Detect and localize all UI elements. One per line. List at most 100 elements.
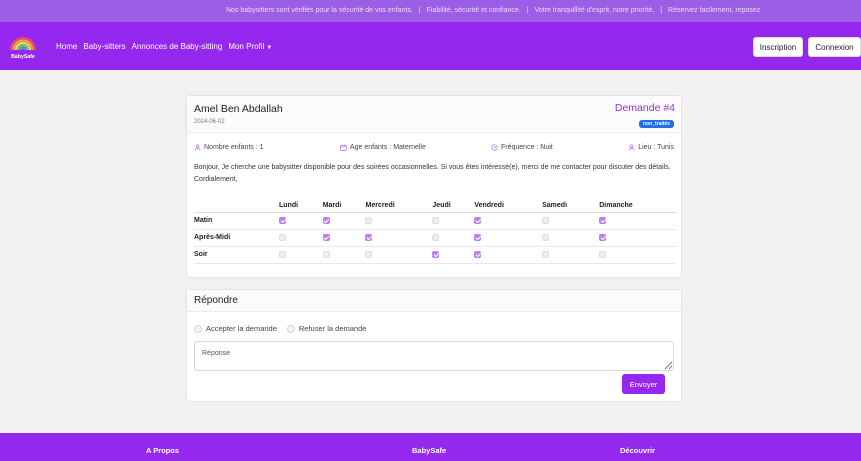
nav-links: Home Baby-sitters Annonces de Baby-sitti… — [56, 22, 272, 70]
info-children: Nombre enfants : 1 — [194, 144, 264, 151]
availability-checkbox[interactable] — [322, 250, 330, 258]
availability-checkbox[interactable] — [322, 233, 330, 241]
availability-cell — [474, 212, 543, 230]
availability-cell — [279, 212, 323, 230]
request-card-header: Amel Ben Abdallah 2024-06-02 Demande #4 … — [187, 96, 681, 133]
day-header: Lundi — [279, 200, 323, 213]
nav-link-mon-profil[interactable]: Mon Profil ▼ — [228, 42, 272, 51]
availability-checkbox[interactable] — [542, 250, 550, 258]
ticker-separator: | — [660, 7, 663, 14]
request-info-row: Nombre enfants : 1 Age enfants : Materne… — [194, 144, 674, 154]
availability-cell — [279, 229, 323, 247]
availability-cell — [474, 229, 543, 247]
request-description: Bonjour, Je cherche une babysitter dispo… — [194, 164, 671, 183]
ticker-message: Réservez facilement, reposez — [668, 7, 761, 14]
refuse-radio[interactable] — [286, 324, 295, 333]
availability-checkbox[interactable] — [474, 250, 482, 258]
day-header: Vendredi — [474, 200, 543, 213]
availability-checkbox[interactable] — [279, 233, 286, 241]
availability-body: Matin Après-Midi Soir — [194, 212, 676, 264]
availability-cell — [322, 212, 366, 230]
availability-checkbox[interactable] — [432, 216, 440, 224]
day-header: Jeudi — [432, 200, 475, 213]
user-icon — [194, 144, 201, 151]
availability-checkbox[interactable] — [432, 233, 440, 241]
requester-name: Amel Ben Abdallah — [194, 103, 283, 115]
availability-checkbox[interactable] — [474, 233, 482, 241]
availability-cell — [432, 212, 475, 230]
nav-link-baby-sitters[interactable]: Baby-sitters — [83, 42, 125, 51]
availability-cell — [322, 229, 366, 247]
availability-cell — [365, 212, 433, 230]
calendar-icon — [340, 144, 347, 151]
nav-link-home[interactable]: Home — [56, 42, 77, 51]
request-card: Amel Ben Abdallah 2024-06-02 Demande #4 … — [186, 95, 682, 278]
availability-cell — [542, 229, 600, 247]
inscription-button[interactable]: Inscription — [753, 37, 803, 57]
availability-checkbox[interactable] — [365, 233, 373, 241]
availability-cell — [599, 246, 676, 264]
footer-brand-heading: BabySafe — [412, 446, 447, 455]
footer-discover-heading: Découvrir — [620, 446, 656, 455]
availability-checkbox[interactable] — [365, 250, 373, 258]
accept-label[interactable]: Accepter la demande — [206, 324, 277, 333]
response-textarea[interactable] — [194, 341, 674, 371]
availability-checkbox[interactable] — [322, 216, 330, 224]
status-badge: non_traitée — [639, 120, 674, 128]
info-age: Age enfants : Maternelle — [340, 144, 426, 151]
refuse-label[interactable]: Refuser la demande — [299, 324, 367, 333]
availability-table: Lundi Mardi Mercredi Jeudi Vendredi Same… — [194, 200, 676, 264]
site-footer: A Propos BabySafe Découvrir — [0, 433, 861, 461]
ticker-message: Votre tranquillité d'esprit, notre prior… — [534, 7, 655, 14]
children-count: Nombre enfants : 1 — [204, 144, 264, 151]
availability-cell — [365, 246, 433, 264]
ticker-separator: | — [526, 7, 529, 14]
availability-checkbox[interactable] — [599, 233, 607, 241]
availability-checkbox[interactable] — [599, 216, 607, 224]
empty-corner-cell — [194, 200, 279, 213]
day-header: Mardi — [322, 200, 366, 213]
availability-cell — [474, 246, 543, 264]
caret-down-icon: ▼ — [266, 44, 273, 51]
connexion-button[interactable]: Connexion — [808, 37, 861, 57]
availability-row: Matin — [194, 212, 676, 230]
reply-title: Répondre — [194, 295, 238, 306]
day-header: Dimanche — [599, 200, 676, 213]
availability-cell — [542, 212, 600, 230]
availability-cell — [432, 246, 475, 264]
availability-checkbox[interactable] — [365, 216, 373, 224]
ticker-message: Fiabilité, sécurité et confiance. — [426, 7, 521, 14]
availability-cell — [599, 229, 676, 247]
accept-radio[interactable] — [194, 324, 202, 333]
rainbow-logo-icon: BabySafe — [9, 36, 37, 60]
day-header: Mercredi — [365, 200, 433, 213]
decision-radio-group: Accepter la demande Refuser la demande — [194, 324, 372, 333]
availability-checkbox[interactable] — [279, 216, 286, 224]
availability-checkbox[interactable] — [432, 250, 440, 258]
reply-card: Répondre Accepter la demande Refuser la … — [186, 289, 682, 402]
availability-row: Soir — [194, 246, 676, 264]
availability-checkbox[interactable] — [474, 216, 482, 224]
request-date: 2024-06-02 — [194, 119, 225, 125]
babysafe-logo[interactable]: BabySafe — [8, 31, 38, 61]
footer-about-heading: A Propos — [146, 446, 180, 455]
availability-cell — [279, 246, 323, 264]
availability-checkbox[interactable] — [599, 250, 607, 258]
nav-link-annonces[interactable]: Annonces de Baby-sitting — [132, 42, 223, 51]
children-age: Age enfants : Maternelle — [350, 144, 426, 151]
availability-checkbox[interactable] — [542, 216, 550, 224]
send-button[interactable]: Envoyer — [622, 374, 665, 394]
availability-checkbox[interactable] — [542, 233, 550, 241]
logo-text: BabySafe — [11, 54, 35, 60]
ticker-message: Nos babysitters sont vérifiés pour la sé… — [226, 7, 413, 14]
info-frequency: Fréquence : Nuit — [491, 144, 553, 151]
mon-profil-label: Mon Profil — [228, 41, 265, 51]
announcement-ticker: Nos babysitters sont vérifiés pour la sé… — [0, 0, 861, 22]
availability-checkbox[interactable] — [279, 250, 286, 258]
ticker-content: Nos babysitters sont vérifiés pour la sé… — [226, 0, 760, 22]
availability-cell — [542, 246, 600, 264]
availability-header-row: Lundi Mardi Mercredi Jeudi Vendredi Same… — [194, 200, 676, 213]
availability-cell — [365, 229, 433, 247]
availability-cell — [432, 229, 475, 247]
main-navbar: BabySafe Home Baby-sitters Annonces de B… — [0, 22, 861, 70]
